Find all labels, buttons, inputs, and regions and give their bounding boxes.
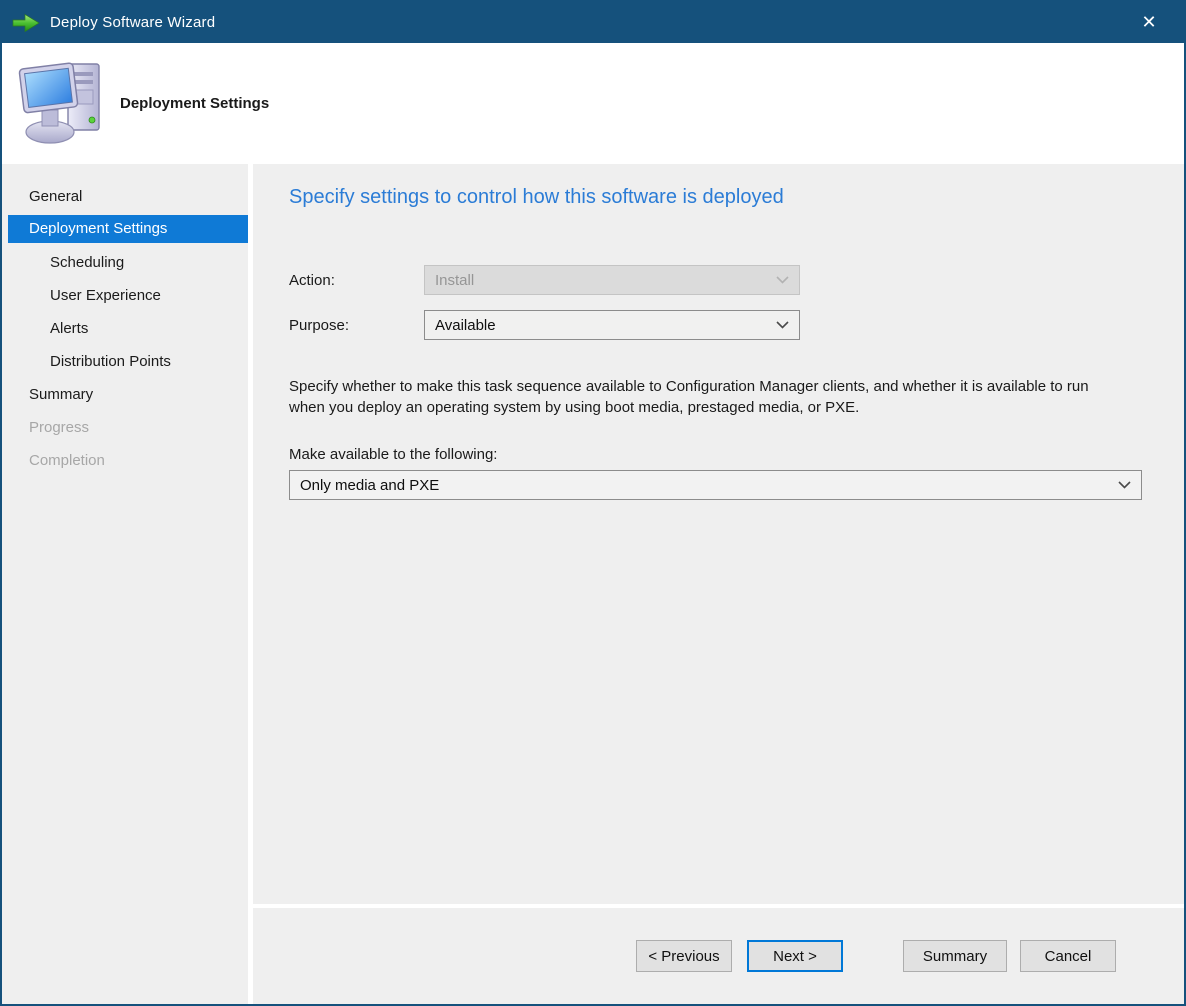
sidebar-item-label: Distribution Points (50, 353, 171, 370)
sidebar-item-label: User Experience (50, 287, 161, 304)
sidebar-item-label: Scheduling (50, 254, 124, 271)
chevron-down-icon (1118, 481, 1131, 489)
deploy-software-wizard-window: Deploy Software Wizard ✕ (0, 0, 1186, 1006)
title-bar: Deploy Software Wizard ✕ (2, 2, 1184, 43)
sidebar-item-alerts[interactable]: Alerts (2, 312, 248, 345)
cancel-button[interactable]: Cancel (1020, 940, 1116, 972)
wizard-arrow-icon (12, 12, 40, 34)
close-icon[interactable]: ✕ (1132, 8, 1166, 38)
summary-button[interactable]: Summary (903, 940, 1007, 972)
sidebar-item-deployment-settings[interactable]: Deployment Settings (8, 215, 248, 243)
sidebar-item-general[interactable]: General (2, 180, 248, 213)
sidebar-item-label: Progress (29, 419, 89, 436)
wizard-steps-sidebar: General Deployment Settings Scheduling U… (2, 164, 248, 1004)
page-title: Deployment Settings (120, 95, 269, 112)
sidebar-item-progress: Progress (2, 411, 248, 444)
sidebar-item-label: Deployment Settings (29, 220, 167, 237)
sidebar-item-distribution-points[interactable]: Distribution Points (2, 345, 248, 378)
main-column: Specify settings to control how this sof… (253, 164, 1184, 1004)
sidebar-item-completion: Completion (2, 444, 248, 477)
availability-value: Only media and PXE (300, 477, 439, 494)
step-description: Specify whether to make this task sequen… (289, 377, 1107, 418)
sidebar-item-label: General (29, 188, 82, 205)
chevron-down-icon (776, 321, 789, 329)
window-title: Deploy Software Wizard (50, 14, 1132, 31)
sidebar-item-summary[interactable]: Summary (2, 378, 248, 411)
action-label: Action: (289, 272, 424, 289)
purpose-row: Purpose: Available (289, 310, 1142, 340)
action-value: Install (435, 272, 474, 289)
sidebar-item-scheduling[interactable]: Scheduling (2, 246, 248, 279)
chevron-down-icon (776, 276, 789, 284)
sidebar-item-user-experience[interactable]: User Experience (2, 279, 248, 312)
next-button[interactable]: Next > (747, 940, 843, 972)
purpose-label: Purpose: (289, 317, 424, 334)
availability-dropdown[interactable]: Only media and PXE (289, 470, 1142, 500)
sidebar-item-label: Alerts (50, 320, 88, 337)
content-area: General Deployment Settings Scheduling U… (2, 164, 1184, 1004)
purpose-value: Available (435, 317, 496, 334)
step-heading: Specify settings to control how this sof… (289, 186, 1142, 209)
wizard-header: Deployment Settings (2, 43, 1184, 164)
purpose-dropdown[interactable]: Available (424, 310, 800, 340)
main-panel: Specify settings to control how this sof… (253, 164, 1184, 904)
sidebar-item-label: Completion (29, 452, 105, 469)
action-dropdown: Install (424, 265, 800, 295)
action-row: Action: Install (289, 265, 1142, 295)
computer-icon (16, 54, 108, 153)
sidebar-item-label: Summary (29, 386, 93, 403)
previous-button[interactable]: < Previous (636, 940, 732, 972)
footer-bar: < Previous Next > Summary Cancel (253, 908, 1184, 1004)
availability-label: Make available to the following: (289, 446, 1142, 463)
